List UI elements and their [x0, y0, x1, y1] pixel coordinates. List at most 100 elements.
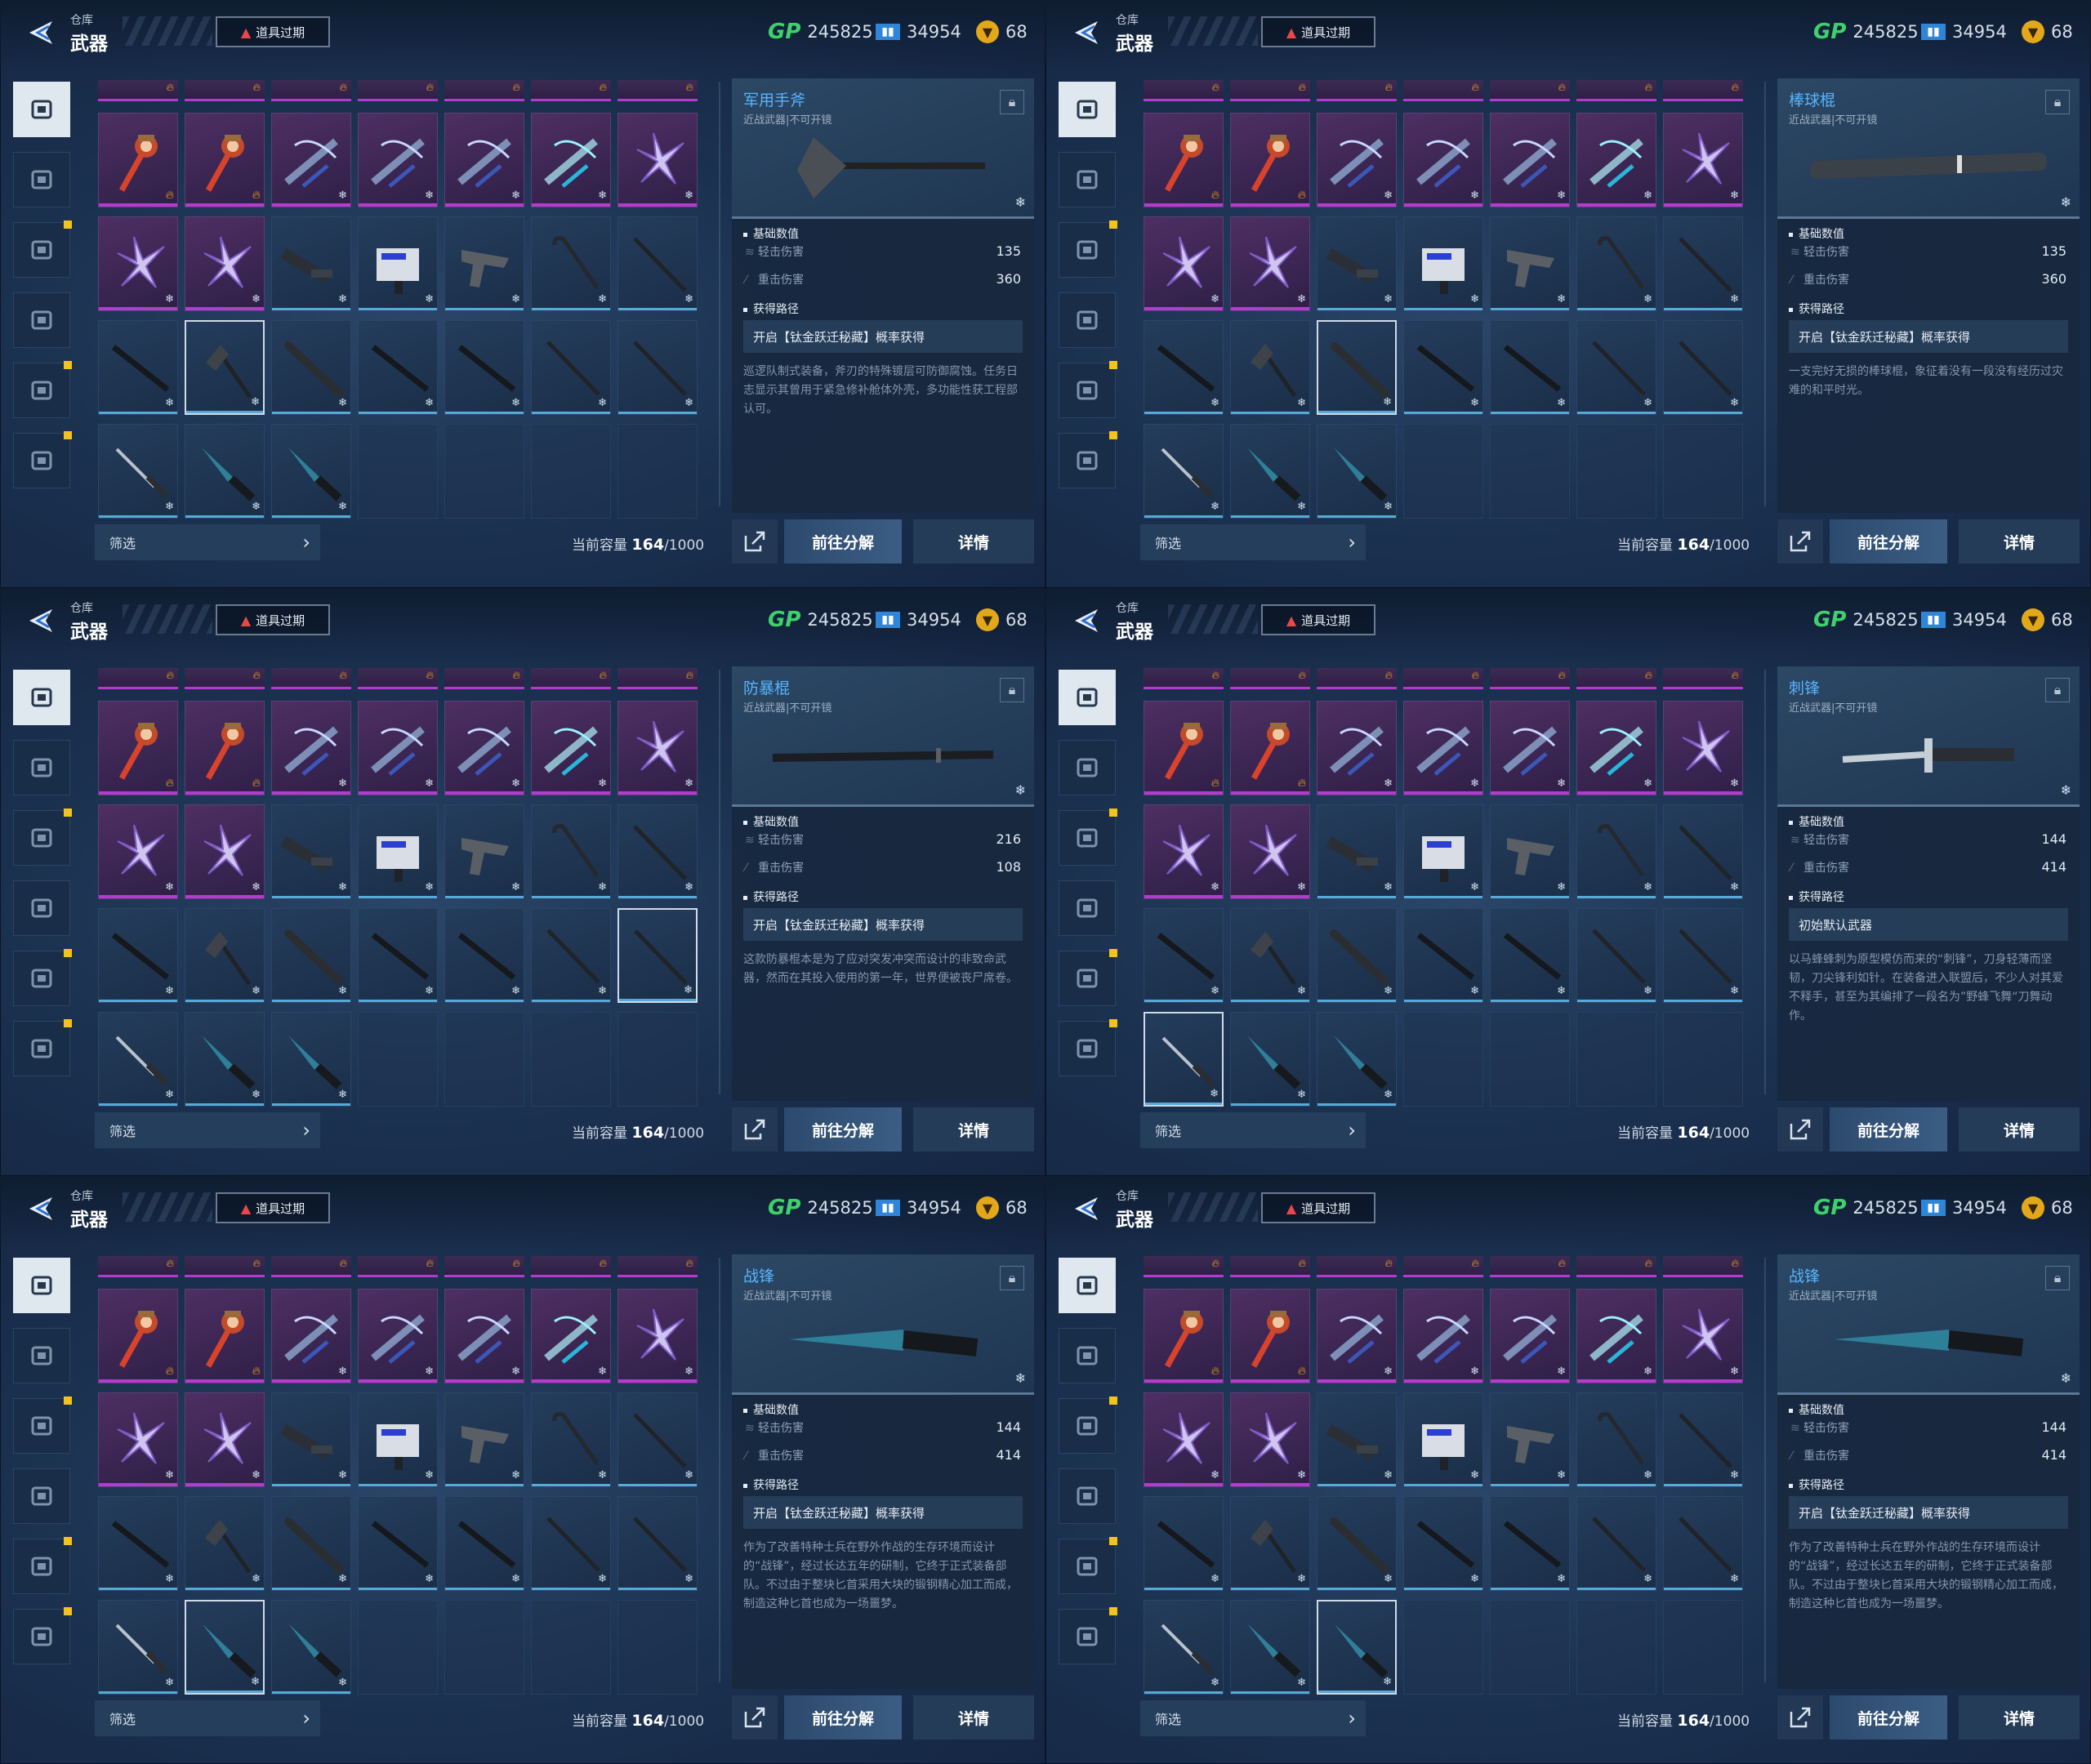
details-button[interactable]: 详情 — [913, 1107, 1034, 1152]
category-tab-skill[interactable] — [13, 951, 70, 1006]
inventory-slot[interactable]: ❄ — [185, 320, 265, 415]
inventory-slot[interactable]: ❄ — [1490, 113, 1570, 207]
inventory-slot-partial[interactable]: 🔥︎ — [1317, 80, 1397, 101]
inventory-slot[interactable]: ❄ — [185, 1496, 265, 1591]
inventory-slot[interactable]: ❄ — [98, 804, 178, 899]
inventory-slot[interactable]: ❄ — [444, 216, 524, 311]
inventory-slot-partial[interactable]: 🔥︎ — [531, 668, 611, 689]
inventory-slot-partial[interactable]: 🔥︎ — [1403, 1256, 1483, 1277]
inventory-slot[interactable]: ❄ — [358, 113, 438, 207]
inventory-slot[interactable]: ❄ — [444, 320, 524, 415]
inventory-slot[interactable]: ❄ — [444, 1496, 524, 1591]
inventory-slot[interactable]: ❄ — [1317, 804, 1397, 899]
filter-button[interactable]: 筛选 › — [1140, 1112, 1366, 1148]
inventory-slot-partial[interactable]: 🔥︎ — [1144, 668, 1224, 689]
inventory-slot[interactable]: ❄ — [1576, 113, 1656, 207]
inventory-slot[interactable]: ❄ — [1490, 1392, 1570, 1487]
share-button[interactable] — [1777, 1695, 1823, 1740]
category-tab-pistol[interactable] — [13, 1258, 70, 1313]
inventory-slot[interactable]: ❄ — [617, 216, 698, 311]
inventory-slot[interactable]: ❄ — [185, 424, 265, 519]
inventory-slot[interactable]: ❄ — [1403, 320, 1483, 415]
inventory-slot[interactable]: ❄ — [1663, 804, 1743, 899]
category-tab-grenade[interactable] — [1059, 810, 1116, 866]
inventory-slot-partial[interactable]: 🔥︎ — [531, 1256, 611, 1277]
expired-items-button[interactable]: ▲ 道具过期 — [216, 1192, 330, 1223]
inventory-slot[interactable]: ❄ — [617, 701, 698, 795]
inventory-slot-partial[interactable]: 🔥︎ — [444, 1256, 524, 1277]
category-tab-grenade[interactable] — [13, 222, 70, 278]
inventory-slot-partial[interactable]: 🔥︎ — [617, 668, 698, 689]
inventory-slot[interactable]: 🔥︎ — [1144, 701, 1224, 795]
back-arrow-icon[interactable] — [1070, 604, 1103, 637]
inventory-slot[interactable]: ❄ — [271, 1496, 351, 1591]
inventory-slot[interactable]: ❄ — [98, 216, 178, 311]
category-tab-badge[interactable] — [1059, 433, 1116, 488]
inventory-slot[interactable]: ❄ — [1230, 1012, 1310, 1107]
inventory-slot[interactable]: ❄ — [1663, 1289, 1743, 1383]
inventory-slot[interactable]: ❄ — [1230, 804, 1310, 899]
back-arrow-icon[interactable] — [25, 16, 57, 49]
category-tab-skill[interactable] — [1059, 363, 1116, 418]
inventory-slot[interactable]: ❄ — [98, 1496, 178, 1591]
inventory-slot[interactable]: ❄ — [1490, 216, 1570, 311]
inventory-slot[interactable]: 🔥︎ — [1230, 701, 1310, 795]
inventory-slot[interactable]: ❄ — [1663, 320, 1743, 415]
inventory-slot[interactable]: ❄ — [1230, 1496, 1310, 1591]
inventory-slot-partial[interactable]: 🔥︎ — [1403, 668, 1483, 689]
inventory-slot[interactable]: ❄ — [1144, 424, 1224, 519]
inventory-slot[interactable]: ❄ — [1317, 1012, 1397, 1107]
share-button[interactable] — [732, 519, 778, 564]
inventory-slot[interactable]: ❄ — [358, 1496, 438, 1591]
inventory-slot[interactable]: ❄ — [358, 320, 438, 415]
inventory-slot[interactable]: ❄ — [98, 1012, 178, 1107]
inventory-slot[interactable]: ❄ — [1663, 1496, 1743, 1591]
inventory-slot[interactable]: ❄ — [1144, 908, 1224, 1003]
inventory-slot[interactable]: ❄ — [358, 908, 438, 1003]
inventory-slot[interactable]: ❄ — [98, 1392, 178, 1487]
category-tab-drone[interactable] — [13, 880, 70, 936]
inventory-slot[interactable]: ❄ — [1317, 701, 1397, 795]
inventory-slot[interactable]: ❄ — [1576, 701, 1656, 795]
inventory-slot-partial[interactable]: 🔥︎ — [185, 668, 265, 689]
inventory-slot[interactable]: ❄ — [1403, 908, 1483, 1003]
inventory-slot-partial[interactable]: 🔥︎ — [1403, 80, 1483, 101]
share-button[interactable] — [1777, 519, 1823, 564]
back-arrow-icon[interactable] — [25, 604, 57, 637]
category-tab-pistol[interactable] — [1059, 82, 1116, 137]
inventory-slot[interactable]: 🔥︎ — [185, 701, 265, 795]
inventory-slot-partial[interactable]: 🔥︎ — [1144, 80, 1224, 101]
inventory-slot[interactable]: 🔥︎ — [1230, 1289, 1310, 1383]
inventory-slot[interactable]: ❄ — [358, 1289, 438, 1383]
inventory-slot[interactable]: ❄ — [1403, 113, 1483, 207]
share-button[interactable] — [1777, 1107, 1823, 1152]
inventory-slot[interactable]: ❄ — [98, 908, 178, 1003]
category-tab-grenade[interactable] — [13, 810, 70, 866]
inventory-slot-partial[interactable]: 🔥︎ — [271, 1256, 351, 1277]
inventory-slot[interactable]: ❄ — [271, 113, 351, 207]
inventory-slot[interactable]: ❄ — [617, 1289, 698, 1383]
inventory-slot[interactable]: ❄ — [1144, 216, 1224, 311]
inventory-slot[interactable]: ❄ — [1403, 1392, 1483, 1487]
inventory-slot[interactable]: ❄ — [185, 1600, 265, 1695]
inventory-slot[interactable]: ❄ — [617, 1392, 698, 1487]
inventory-slot-partial[interactable]: 🔥︎ — [98, 80, 178, 101]
inventory-slot-partial[interactable]: 🔥︎ — [185, 80, 265, 101]
category-tab-grenade[interactable] — [1059, 1398, 1116, 1454]
inventory-slot[interactable]: ❄ — [1317, 424, 1397, 519]
inventory-slot[interactable]: 🔥︎ — [1144, 113, 1224, 207]
inventory-slot[interactable]: ❄ — [1144, 1496, 1224, 1591]
filter-button[interactable]: 筛选 › — [95, 1112, 320, 1148]
inventory-slot[interactable]: ❄ — [98, 320, 178, 415]
inventory-slot-partial[interactable]: 🔥︎ — [1230, 1256, 1310, 1277]
inventory-slot[interactable]: ❄ — [1144, 1012, 1224, 1107]
decompose-button[interactable]: 前往分解 — [1830, 1107, 1947, 1152]
inventory-slot[interactable]: ❄ — [271, 908, 351, 1003]
category-tab-armor[interactable] — [13, 1328, 70, 1383]
inventory-slot-partial[interactable]: 🔥︎ — [1490, 80, 1570, 101]
expired-items-button[interactable]: ▲ 道具过期 — [216, 16, 330, 47]
inventory-slot-partial[interactable]: 🔥︎ — [98, 1256, 178, 1277]
inventory-slot[interactable]: ❄ — [1576, 804, 1656, 899]
decompose-button[interactable]: 前往分解 — [784, 1107, 902, 1152]
inventory-slot[interactable]: ❄ — [1403, 216, 1483, 311]
